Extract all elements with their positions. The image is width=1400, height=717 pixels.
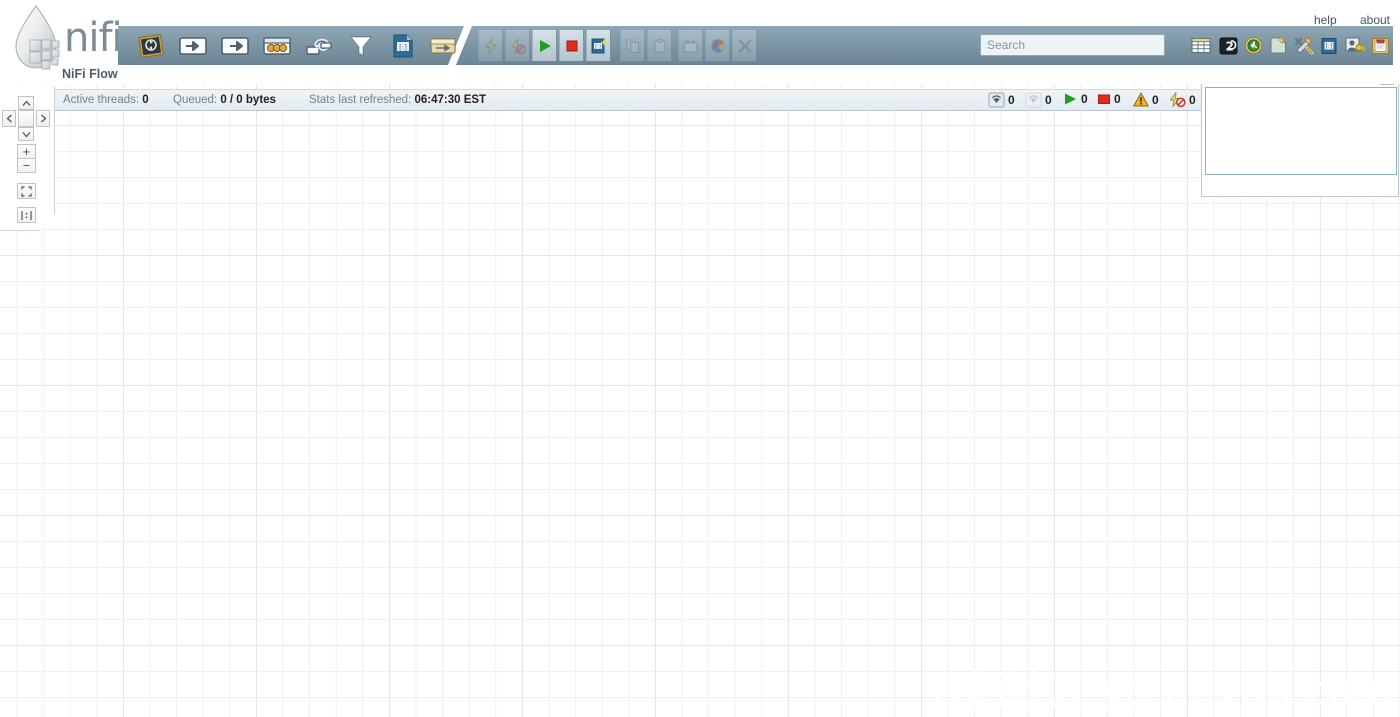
watermark-text: 云栖社区 yq.aliyun.com [926, 668, 1394, 713]
stopped-count: 0 [1097, 92, 1121, 106]
warning-icon [1133, 92, 1149, 107]
disabled-value: 0 [1189, 92, 1196, 107]
bulletin-board-icon[interactable]: [:] [1317, 33, 1342, 58]
label-icon[interactable] [426, 30, 460, 61]
disabled-count: 0 [1168, 92, 1196, 107]
invalid-value: 0 [1152, 92, 1159, 107]
birdseye-viewport[interactable] [1205, 87, 1397, 175]
pan-up-button[interactable] [18, 96, 34, 110]
about-link[interactable]: about [1360, 13, 1390, 27]
funnel-icon[interactable] [344, 30, 378, 61]
counters-icon[interactable]: 2 [1216, 33, 1241, 58]
center-button[interactable] [18, 110, 34, 127]
svg-text:[:]: [:] [595, 44, 601, 50]
birdseye-panel[interactable] [1201, 70, 1399, 197]
pan-down-button[interactable] [18, 127, 34, 141]
zoom-out-label: − [22, 158, 31, 173]
status-bar: Active threads: 0 Queued: 0 / 0 bytes St… [52, 89, 1393, 111]
provenance-icon[interactable] [1368, 33, 1393, 58]
nifi-app: 云栖社区 yq.aliyun.com help about nifi NiFi … [0, 0, 1400, 717]
invalid-count: 0 [1133, 92, 1159, 107]
users-icon[interactable] [1342, 33, 1367, 58]
copy-icon[interactable] [620, 30, 645, 61]
nifi-logo: nifi [6, 2, 124, 76]
zoom-in-label: + [22, 144, 31, 159]
queued-label: Queued: [173, 94, 218, 106]
refreshed-label: Stats last refreshed: [309, 94, 412, 106]
queued-value: 0 / 0 bytes [220, 94, 276, 106]
delete-icon[interactable] [732, 30, 757, 61]
zoom-in-button[interactable]: + [17, 144, 36, 159]
breadcrumb[interactable]: NiFi Flow [62, 67, 118, 81]
svg-text:[:]: [:] [1326, 43, 1333, 50]
search-box[interactable] [980, 34, 1165, 56]
active-threads-value: 0 [142, 94, 149, 106]
transmitting-icon [988, 92, 1005, 108]
summary-icon[interactable] [1188, 33, 1213, 58]
remote-process-group-icon[interactable] [302, 30, 336, 61]
processor-icon[interactable] [134, 30, 168, 61]
templates-icon[interactable] [1266, 33, 1291, 58]
process-group-icon[interactable] [260, 30, 294, 61]
pan-left-button[interactable] [2, 110, 16, 127]
stopped-icon [1098, 94, 1110, 104]
svg-text:[:]: [:] [399, 43, 407, 51]
refreshed-stat: Stats last refreshed: 06:47:30 EST [309, 94, 486, 106]
disable-icon[interactable] [505, 30, 530, 61]
enable-icon[interactable] [478, 30, 503, 61]
chevron-left-icon [6, 114, 12, 123]
group-icon[interactable] [678, 30, 703, 61]
actual-size-button[interactable] [17, 207, 36, 223]
svg-text:2: 2 [1226, 39, 1234, 53]
color-icon[interactable] [705, 30, 730, 61]
not-transmitting-icon [1025, 92, 1042, 108]
template-save-icon[interactable]: [:] [586, 30, 611, 61]
stop-icon[interactable] [559, 30, 584, 61]
transmitting-count: 0 [988, 92, 1015, 108]
input-port-icon[interactable] [176, 30, 210, 61]
not-transmitting-value: 0 [1045, 93, 1052, 107]
fit-icon [21, 185, 32, 197]
actual-size-icon [21, 210, 32, 220]
controller-settings-icon[interactable] [1291, 33, 1316, 58]
help-link[interactable]: help [1314, 13, 1337, 27]
brand-text: nifi [64, 15, 123, 61]
template-icon[interactable]: [:] [386, 30, 420, 61]
stopped-value: 0 [1114, 92, 1121, 106]
running-icon [1065, 93, 1076, 105]
running-value: 0 [1081, 92, 1088, 106]
header-links: help about [1294, 13, 1390, 27]
disabled-icon [1169, 92, 1186, 107]
chevron-up-icon [22, 100, 30, 106]
active-threads-label: Active threads: [63, 94, 140, 106]
fit-window-button[interactable] [17, 183, 36, 199]
refreshed-value: 06:47:30 EST [414, 94, 487, 106]
active-threads-stat: Active threads: 0 [63, 94, 149, 106]
start-icon[interactable] [532, 30, 557, 61]
output-port-icon[interactable] [218, 30, 252, 61]
history-icon[interactable] [1241, 33, 1266, 58]
main-toolbar: [:] [:] Search 2 [:] [118, 26, 1393, 65]
transmitting-value: 0 [1008, 93, 1015, 107]
chevron-down-icon [22, 131, 30, 137]
navigation-controls: + − [0, 86, 55, 231]
not-transmitting-count: 0 [1025, 92, 1052, 108]
running-count: 0 [1063, 92, 1088, 106]
paste-icon[interactable] [647, 30, 672, 61]
queued-stat: Queued: 0 / 0 bytes [173, 94, 276, 106]
app-header: help about nifi NiFi Flow [:] [:] Search… [0, 0, 1400, 84]
chevron-right-icon [40, 114, 46, 123]
pan-right-button[interactable] [36, 110, 50, 127]
zoom-out-button[interactable]: − [17, 158, 36, 173]
search-input[interactable] [981, 35, 1164, 55]
